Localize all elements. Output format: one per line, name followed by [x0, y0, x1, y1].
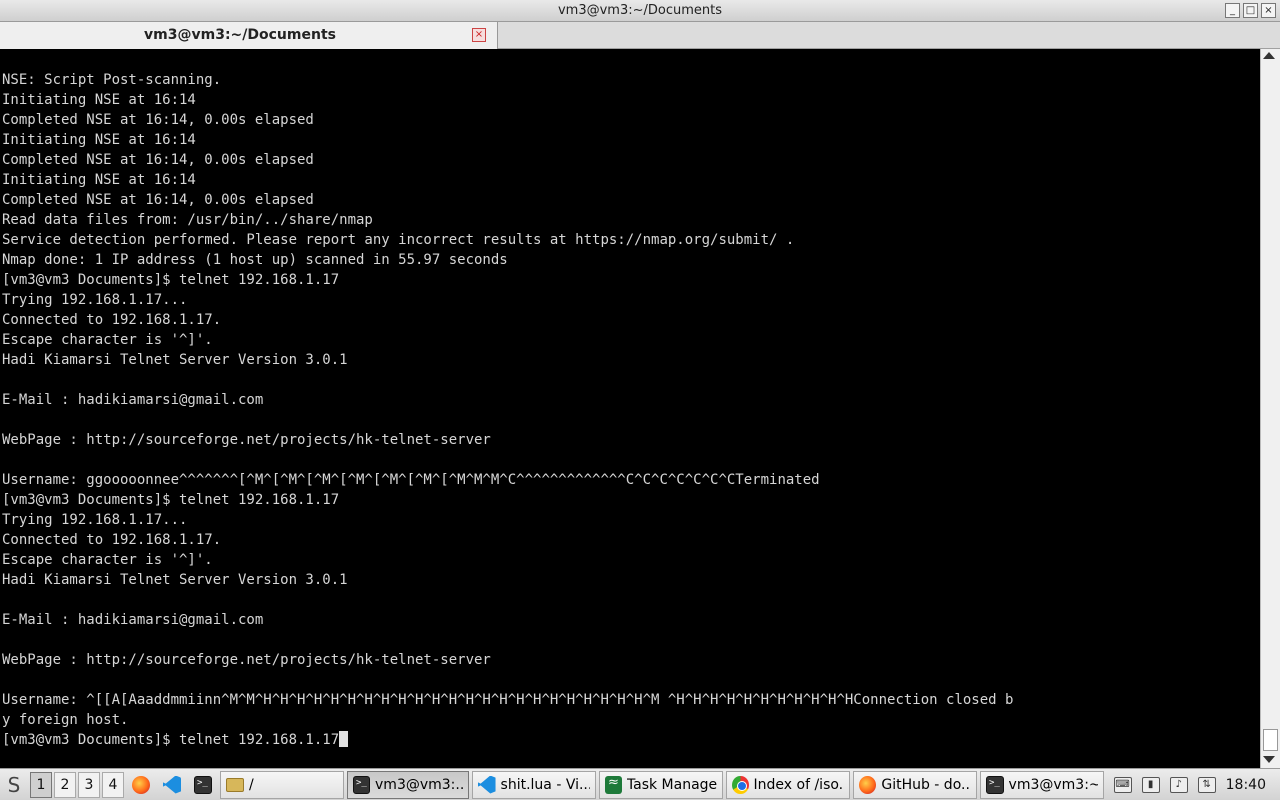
task-manager-icon — [605, 775, 622, 794]
workspace-4[interactable]: 4 — [102, 771, 124, 798]
close-window-button[interactable]: × — [1261, 3, 1276, 18]
terminal-line: Initiating NSE at 16:14 — [2, 132, 196, 148]
terminal-line: Username: ggooooonnee^^^^^^^[^M^[^M^[^M^… — [2, 472, 820, 488]
taskbar-window-firefox[interactable]: GitHub - do... — [853, 770, 977, 799]
terminal-line: Connected to 192.168.1.17. — [2, 532, 222, 548]
terminal-line: Service detection performed. Please repo… — [2, 232, 795, 248]
scroll-down-arrow-icon[interactable] — [1263, 756, 1275, 763]
terminal-line: Nmap done: 1 IP address (1 host up) scan… — [2, 252, 508, 268]
minimize-button[interactable]: _ — [1225, 3, 1240, 18]
taskbar-window-task-manager[interactable]: Task Manager — [599, 770, 723, 799]
vscode-icon — [163, 775, 181, 794]
window-label: GitHub - do... — [881, 776, 971, 793]
terminal-icon — [986, 775, 1004, 794]
window-title: vm3@vm3:~/Documents — [557, 3, 723, 18]
terminal-lines: NSE: Script Post-scanning. Initiating NSE… — [2, 70, 1258, 750]
terminal-line: Initiating NSE at 16:14 — [2, 172, 196, 188]
taskbar-window-terminal-active[interactable]: vm3@vm3:... — [347, 770, 469, 799]
terminal-scrollbar[interactable] — [1260, 49, 1280, 768]
network-icon[interactable]: ⇅ — [1197, 776, 1216, 793]
tab-terminal[interactable]: vm3@vm3:~/Documents × — [0, 22, 498, 49]
terminal-launcher[interactable] — [189, 772, 217, 798]
terminal-line: Trying 192.168.1.17... — [2, 512, 188, 528]
terminal-line: Hadi Kiamarsi Telnet Server Version 3.0.… — [2, 572, 348, 588]
terminal-line: Completed NSE at 16:14, 0.00s elapsed — [2, 112, 314, 128]
terminal-line: Initiating NSE at 16:14 — [2, 92, 196, 108]
window-label: Task Manager — [626, 776, 717, 793]
window-titlebar[interactable]: vm3@vm3:~/Documents _ □ × — [0, 0, 1280, 22]
terminal-line: WebPage : http://sourceforge.net/project… — [2, 432, 491, 448]
firefox-launcher[interactable] — [127, 772, 155, 798]
battery-icon[interactable]: ▮ — [1141, 776, 1160, 793]
tab-label: vm3@vm3:~/Documents — [144, 27, 336, 43]
terminal-line: Read data files from: /usr/bin/../share/… — [2, 212, 373, 228]
window-label: / — [249, 776, 254, 793]
workspace-1[interactable]: 1 — [30, 771, 52, 798]
keyboard-layout-icon[interactable]: ⌨ — [1113, 776, 1132, 793]
terminal-line: [vm3@vm3 Documents]$ telnet 192.168.1.17 — [2, 730, 1258, 750]
terminal-line: Hadi Kiamarsi Telnet Server Version 3.0.… — [2, 352, 348, 368]
terminal-line: NSE: Script Post-scanning. — [2, 72, 222, 88]
workspace-2[interactable]: 2 — [54, 771, 76, 798]
scrollbar-thumb[interactable] — [1263, 729, 1278, 751]
folder-icon — [226, 777, 244, 792]
terminal-line: Trying 192.168.1.17... — [2, 292, 188, 308]
window-label: Index of /iso... — [753, 776, 844, 793]
taskbar-window-vscode[interactable]: shit.lua - Vi... — [472, 770, 596, 799]
terminal-line: y foreign host. — [2, 712, 129, 728]
firefox-icon — [859, 775, 877, 794]
terminal-line: Escape character is '^]'. — [2, 552, 213, 568]
taskbar-window-file-manager[interactable]: / — [220, 770, 344, 799]
tab-bar: vm3@vm3:~/Documents × — [0, 22, 1280, 49]
taskbar-window-chrome[interactable]: Index of /iso... — [726, 770, 850, 799]
terminal-icon — [353, 775, 371, 794]
terminal-output[interactable]: NSE: Script Post-scanning. Initiating NSE… — [0, 49, 1260, 768]
tab-close-icon[interactable]: × — [472, 28, 486, 42]
taskbar-window-terminal[interactable]: vm3@vm3:~ — [980, 770, 1104, 799]
terminal-line: Escape character is '^]'. — [2, 332, 213, 348]
chrome-icon — [732, 775, 749, 794]
terminal-line: [vm3@vm3 Documents]$ telnet 192.168.1.17 — [2, 492, 340, 508]
window-label: vm3@vm3:~ — [1008, 776, 1098, 793]
terminal-line: Username: ^[[A[Aaaddmmiinn^M^M^H^H^H^H^H… — [2, 692, 1014, 708]
vscode-icon — [478, 775, 496, 794]
terminal-line: E-Mail : hadikiamarsi@gmail.com — [2, 612, 264, 628]
system-tray: ⌨ ▮ ♪ ⇅ 18:40 — [1113, 776, 1280, 793]
volume-icon[interactable]: ♪ — [1169, 776, 1188, 793]
terminal-line: [vm3@vm3 Documents]$ telnet 192.168.1.17 — [2, 272, 340, 288]
terminal-icon — [194, 775, 212, 794]
clock[interactable]: 18:40 — [1226, 777, 1266, 793]
terminal-line: WebPage : http://sourceforge.net/project… — [2, 652, 491, 668]
window-label: vm3@vm3:... — [375, 776, 463, 793]
terminal-line: E-Mail : hadikiamarsi@gmail.com — [2, 392, 264, 408]
terminal-cursor — [339, 731, 349, 747]
taskbar: S 1 2 3 4 / vm3@vm3:... shit.lua - Vi...… — [0, 768, 1280, 800]
terminal-line: Connected to 192.168.1.17. — [2, 312, 222, 328]
terminal-line: Completed NSE at 16:14, 0.00s elapsed — [2, 152, 314, 168]
maximize-button[interactable]: □ — [1243, 3, 1258, 18]
vscode-launcher[interactable] — [158, 772, 186, 798]
start-menu-icon[interactable]: S — [0, 772, 28, 798]
terminal-line: Completed NSE at 16:14, 0.00s elapsed — [2, 192, 314, 208]
workspace-3[interactable]: 3 — [78, 771, 100, 798]
window-label: shit.lua - Vi... — [500, 776, 590, 793]
scroll-up-arrow-icon[interactable] — [1263, 52, 1275, 59]
firefox-icon — [132, 775, 150, 794]
